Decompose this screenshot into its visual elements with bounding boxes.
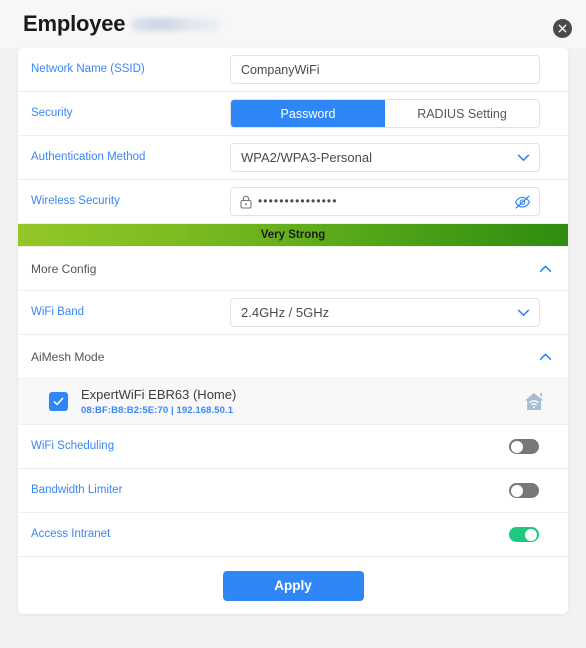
label-wifi-band: WiFi Band bbox=[31, 306, 85, 319]
section-more-config[interactable]: More Config bbox=[18, 247, 568, 291]
field-wireless-security: ••••••••••••••• bbox=[230, 187, 555, 216]
section-aimesh-mode[interactable]: AiMesh Mode bbox=[18, 335, 568, 379]
settings-card: Network Name (SSID) Security Password RA… bbox=[18, 48, 568, 614]
apply-row: Apply bbox=[18, 557, 568, 614]
check-icon bbox=[53, 397, 64, 406]
tab-radius-setting[interactable]: RADIUS Setting bbox=[385, 100, 539, 127]
device-info: ExpertWiFi EBR63 (Home) 08:BF:B8:B2:5E:7… bbox=[81, 386, 522, 417]
aimesh-mode-title: AiMesh Mode bbox=[31, 349, 105, 364]
tab-password[interactable]: Password bbox=[231, 100, 385, 127]
wifi-band-select[interactable]: 2.4GHz / 5GHz bbox=[230, 298, 540, 327]
authentication-method-value: WPA2/WPA3-Personal bbox=[241, 150, 373, 165]
password-strength-bar: Very Strong bbox=[18, 224, 568, 247]
security-segmented-control: Password RADIUS Setting bbox=[230, 99, 540, 128]
close-icon[interactable] bbox=[553, 19, 572, 38]
toggle-bandwidth-limiter[interactable] bbox=[509, 483, 539, 498]
wifi-band-value: 2.4GHz / 5GHz bbox=[241, 305, 330, 320]
wireless-security-password-field[interactable]: ••••••••••••••• bbox=[230, 187, 540, 216]
row-wireless-security: Wireless Security ••••••••••••••• bbox=[18, 180, 568, 224]
authentication-method-select[interactable]: WPA2/WPA3-Personal bbox=[230, 143, 540, 172]
label-network-name: Network Name (SSID) bbox=[31, 63, 145, 76]
toggle-access-intranet[interactable] bbox=[509, 527, 539, 542]
toggle-knob bbox=[525, 528, 537, 541]
label-security: Security bbox=[31, 107, 73, 120]
label-access-intranet: Access Intranet bbox=[31, 528, 111, 541]
field-wifi-band: 2.4GHz / 5GHz bbox=[230, 298, 555, 327]
toggle-knob bbox=[511, 484, 523, 497]
password-strength-label: Very Strong bbox=[260, 229, 326, 241]
more-config-title: More Config bbox=[31, 261, 97, 276]
apply-button[interactable]: Apply bbox=[222, 570, 364, 601]
row-wifi-band: WiFi Band 2.4GHz / 5GHz bbox=[18, 291, 568, 335]
label-bandwidth-limiter: Bandwidth Limiter bbox=[31, 484, 123, 497]
chevron-up-icon bbox=[539, 353, 552, 361]
field-network-name bbox=[230, 55, 555, 84]
modal-header: Employee bbox=[0, 0, 586, 48]
chevron-down-icon bbox=[517, 149, 530, 167]
redacted-title-blur bbox=[132, 18, 221, 32]
field-authentication-method: WPA2/WPA3-Personal bbox=[230, 143, 555, 172]
page-title: Employee bbox=[23, 11, 221, 36]
device-checkbox[interactable] bbox=[49, 392, 68, 411]
page-title-text: Employee bbox=[23, 11, 126, 36]
device-mac-ip: 08:BF:B8:B2:5E:70 | 192.168.50.1 bbox=[81, 404, 234, 416]
toggle-knob bbox=[511, 440, 523, 453]
eye-off-icon[interactable] bbox=[514, 194, 531, 209]
field-security: Password RADIUS Setting bbox=[230, 99, 555, 128]
row-wifi-scheduling: WiFi Scheduling bbox=[18, 425, 568, 469]
field-access-intranet bbox=[230, 527, 555, 542]
label-wifi-scheduling: WiFi Scheduling bbox=[31, 440, 115, 453]
device-name: ExpertWiFi EBR63 (Home) bbox=[81, 387, 237, 403]
row-access-intranet: Access Intranet bbox=[18, 513, 568, 557]
row-network-name: Network Name (SSID) bbox=[18, 48, 568, 92]
password-masked-value: ••••••••••••••• bbox=[258, 193, 338, 208]
chevron-up-icon bbox=[539, 265, 552, 273]
field-wifi-scheduling bbox=[230, 439, 555, 454]
lock-icon bbox=[240, 195, 252, 209]
employee-wifi-settings-page: Employee Network Name (SSID) Security Pa… bbox=[0, 0, 586, 648]
home-wifi-icon bbox=[522, 390, 546, 413]
aimesh-device-row[interactable]: ExpertWiFi EBR63 (Home) 08:BF:B8:B2:5E:7… bbox=[18, 379, 568, 425]
close-glyph bbox=[558, 24, 567, 33]
label-authentication-method: Authentication Method bbox=[31, 151, 146, 164]
row-bandwidth-limiter: Bandwidth Limiter bbox=[18, 469, 568, 513]
row-security: Security Password RADIUS Setting bbox=[18, 92, 568, 136]
field-bandwidth-limiter bbox=[230, 483, 555, 498]
toggle-wifi-scheduling[interactable] bbox=[509, 439, 539, 454]
label-wireless-security: Wireless Security bbox=[31, 195, 120, 208]
ssid-input[interactable] bbox=[230, 55, 540, 84]
row-authentication-method: Authentication Method WPA2/WPA3-Personal bbox=[18, 136, 568, 180]
chevron-down-icon bbox=[517, 304, 530, 322]
